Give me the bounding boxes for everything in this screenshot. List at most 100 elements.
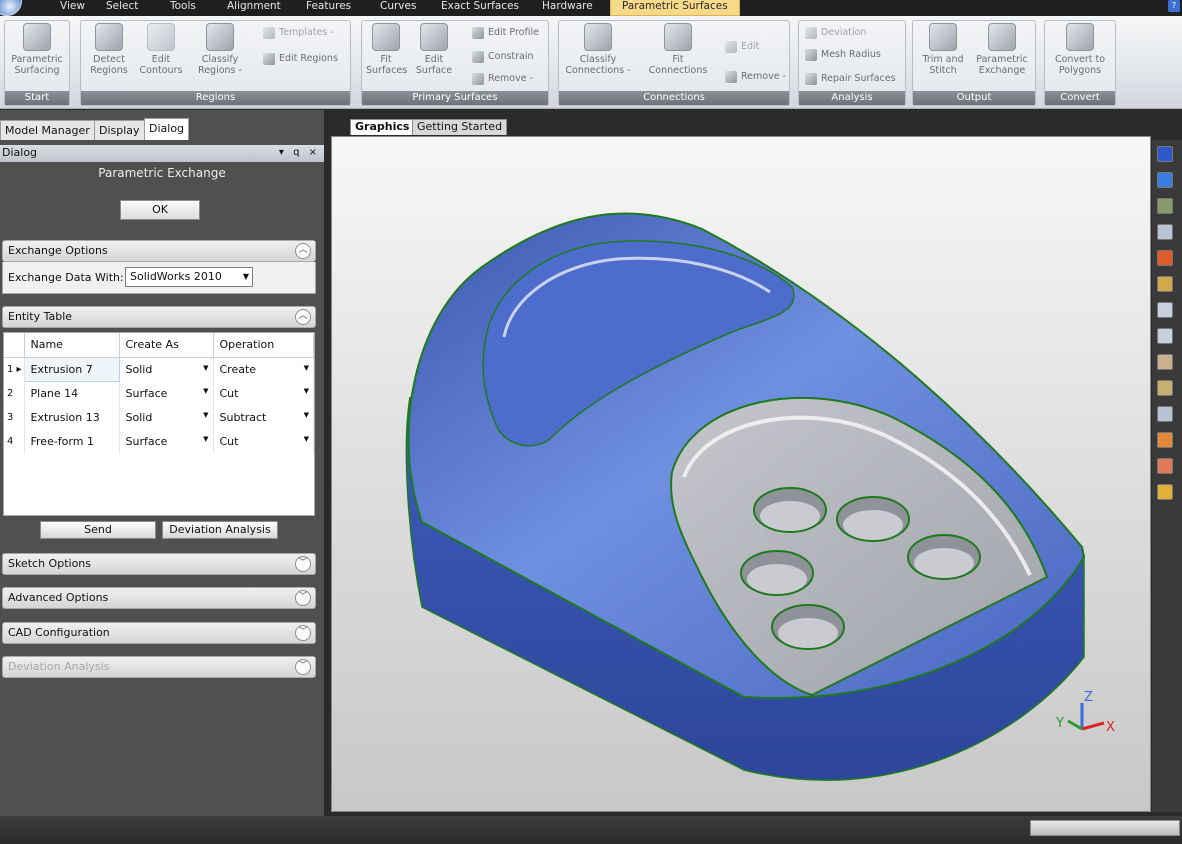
constrain-button[interactable]: Constrain xyxy=(472,49,534,65)
layer-icon[interactable] xyxy=(1157,432,1173,448)
detect-regions-button[interactable]: Detect Regions xyxy=(85,23,133,76)
entity-name[interactable]: Plane 14 xyxy=(24,381,120,405)
convert-polygons-button[interactable]: Convert to Polygons xyxy=(1049,23,1111,76)
deviation-icon xyxy=(805,27,817,39)
entity-name[interactable]: Extrusion 13 xyxy=(24,405,120,429)
graphics-viewport[interactable]: Z X Y xyxy=(331,136,1151,812)
create-as-cell[interactable]: Surface ▼ xyxy=(119,429,214,453)
tab-exact-surfaces[interactable]: Exact Surfaces xyxy=(441,0,519,16)
render-icon[interactable] xyxy=(1157,484,1173,500)
collapse-icon[interactable]: ︿ xyxy=(295,309,311,325)
select-box-icon[interactable] xyxy=(1157,276,1173,292)
trim-stitch-button[interactable]: Trim and Stitch xyxy=(917,23,969,76)
status-bar xyxy=(0,816,1182,844)
expand-icon[interactable]: ﹀ xyxy=(295,556,311,572)
fit-surfaces-button[interactable]: Fit Surfaces xyxy=(366,23,407,76)
edit-connection-button[interactable]: Edit xyxy=(725,39,759,55)
tab-hardware[interactable]: Hardware xyxy=(542,0,593,16)
tab-view[interactable]: View xyxy=(60,0,85,16)
chevron-down-icon: ▼ xyxy=(203,387,209,395)
collapse-icon[interactable]: ︿ xyxy=(295,243,311,259)
operation-cell[interactable]: Cut ▼ xyxy=(213,429,314,453)
deviation-analysis-button[interactable]: Deviation Analysis xyxy=(162,521,278,539)
mesh-radius-icon xyxy=(805,49,817,61)
parametric-surfacing-button[interactable]: Parametric Surfacing xyxy=(7,23,67,76)
templates-button[interactable]: Templates - xyxy=(263,25,334,41)
tab-select[interactable]: Select xyxy=(106,0,138,16)
edit-surface-button[interactable]: Edit Surface xyxy=(414,23,454,76)
deviation-button[interactable]: Deviation xyxy=(805,25,866,41)
section-sketch-options[interactable]: Sketch Options ﹀ xyxy=(2,553,316,575)
edit-contours-icon xyxy=(147,23,175,51)
tab-model-manager[interactable]: Model Manager xyxy=(0,120,95,140)
parametric-exchange-button[interactable]: Parametric Exchange xyxy=(973,23,1031,76)
edit-regions-button[interactable]: Edit Regions xyxy=(263,51,338,67)
send-button[interactable]: Send xyxy=(40,521,156,539)
group-analysis: Deviation Mesh Radius Repair Surfaces An… xyxy=(798,20,906,106)
app-window: { "menubar": { "tabs": ["View","Select",… xyxy=(0,0,1182,844)
polygon-icon xyxy=(1066,23,1094,51)
help-icon[interactable]: ? xyxy=(1168,0,1180,12)
entity-name[interactable]: Extrusion 7 xyxy=(23,356,120,382)
app-logo-icon[interactable] xyxy=(0,0,22,16)
layer2-icon[interactable] xyxy=(1157,458,1173,474)
view-front-icon[interactable] xyxy=(1157,172,1173,188)
brush-icon[interactable] xyxy=(1157,354,1173,370)
tab-tools[interactable]: Tools xyxy=(170,0,196,16)
group-convert: Convert to Polygons Convert xyxy=(1044,20,1116,106)
edit-contours-button[interactable]: Edit Contours xyxy=(137,23,185,76)
classify-connections-button[interactable]: Classify Connections - xyxy=(563,23,633,76)
section-cad-configuration[interactable]: CAD Configuration ﹀ xyxy=(2,622,316,644)
lasso-icon[interactable] xyxy=(1157,380,1173,396)
chevron-down-icon: ▼ xyxy=(203,411,209,419)
edit-profile-button[interactable]: Edit Profile xyxy=(472,25,539,41)
dialog-header-controls[interactable]: ▾ q × xyxy=(279,145,320,161)
create-as-cell[interactable]: Solid ▼ xyxy=(119,405,214,429)
display-icon[interactable] xyxy=(1157,198,1173,214)
create-as-cell[interactable]: Solid ▼ xyxy=(119,357,214,381)
tab-parametric-surfaces[interactable]: Parametric Surfaces xyxy=(610,0,740,16)
ok-button[interactable]: OK xyxy=(120,200,200,220)
section-exchange-options[interactable]: Exchange Options ︿ xyxy=(2,240,316,262)
group-regions: Detect Regions Edit Contours Classify Re… xyxy=(80,20,351,106)
operation-cell[interactable]: Subtract ▼ xyxy=(213,405,314,429)
view-toolbar xyxy=(1152,140,1182,812)
detect-regions-icon xyxy=(95,23,123,51)
tab-alignment[interactable]: Alignment xyxy=(227,0,281,16)
repair-surfaces-button[interactable]: Repair Surfaces xyxy=(805,71,896,87)
section-advanced-options[interactable]: Advanced Options ﹀ xyxy=(2,587,316,609)
expand-icon[interactable]: ﹀ xyxy=(295,590,311,606)
tab-getting-started[interactable]: Getting Started xyxy=(412,119,508,135)
select-icon[interactable] xyxy=(1157,406,1173,422)
create-as-cell[interactable]: Surface ▼ xyxy=(119,381,214,405)
entity-name[interactable]: Free-form 1 xyxy=(24,429,120,453)
fit-connections-icon xyxy=(664,23,692,51)
table-row[interactable]: 4 Free-form 1 Surface ▼ Cut ▼ xyxy=(4,429,314,453)
tab-graphics[interactable]: Graphics xyxy=(350,119,415,135)
entity-table: Name Create As Operation 1 ▸ Extrusion 7… xyxy=(3,332,315,516)
mesh-radius-button[interactable]: Mesh Radius xyxy=(805,47,881,63)
table-row[interactable]: 3 Extrusion 13 Solid ▼ Subtract ▼ xyxy=(4,405,314,429)
expand-icon[interactable]: ﹀ xyxy=(295,625,311,641)
classify-regions-button[interactable]: Classify Regions - xyxy=(193,23,247,76)
color-icon[interactable] xyxy=(1157,250,1173,266)
fit-connections-button[interactable]: Fit Connections xyxy=(645,23,711,76)
remove-icon xyxy=(472,73,484,85)
tab-curves[interactable]: Curves xyxy=(380,0,416,16)
remove-connection-button[interactable]: Remove - xyxy=(725,69,786,85)
remove-surface-button[interactable]: Remove - xyxy=(472,71,533,87)
section-entity-table[interactable]: Entity Table ︿ xyxy=(2,306,316,328)
view-cube-icon[interactable] xyxy=(1157,146,1173,162)
zoom-icon[interactable] xyxy=(1157,224,1173,240)
table-row[interactable]: 1 ▸ Extrusion 7 Solid ▼ Create ▼ xyxy=(4,356,314,382)
chevron-down-icon: ▼ xyxy=(203,435,209,443)
tab-features[interactable]: Features xyxy=(306,0,351,16)
measure-icon[interactable] xyxy=(1157,328,1173,344)
operation-cell[interactable]: Cut ▼ xyxy=(213,381,314,405)
exchange-data-select[interactable]: SolidWorks 2010 ▼ xyxy=(125,267,253,287)
tab-display[interactable]: Display xyxy=(94,120,145,140)
rotate-icon[interactable] xyxy=(1157,302,1173,318)
tab-dialog[interactable]: Dialog xyxy=(144,118,190,140)
operation-cell[interactable]: Create ▼ xyxy=(213,357,314,381)
table-row[interactable]: 2 Plane 14 Surface ▼ Cut ▼ xyxy=(4,381,314,405)
